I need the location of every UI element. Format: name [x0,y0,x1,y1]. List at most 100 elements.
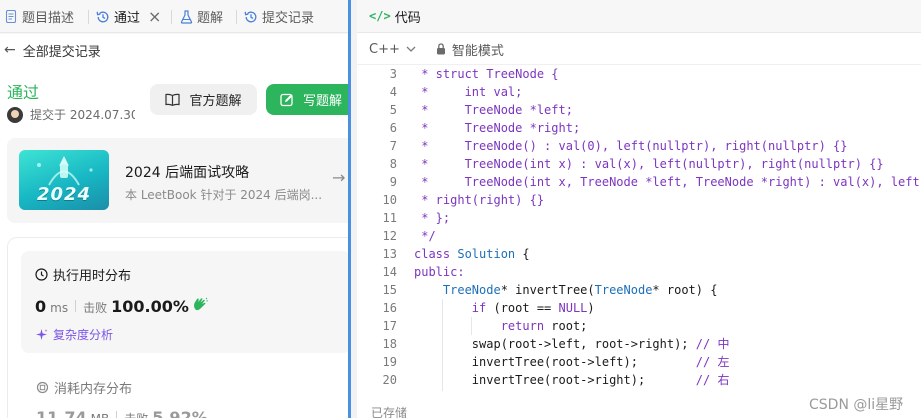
leetbook-promo-card[interactable]: 2024 2024 后端面试攻略 本 LeetBook 针对于 2024 后端岗… [7,138,348,223]
code-token: * right(right) {} [414,193,545,207]
line-number: 20 [382,373,397,387]
line-number: 18 [382,337,397,351]
code-token: class [414,247,458,261]
back-to-all-submissions[interactable]: ← 全部提交记录 [0,34,348,66]
tab-description[interactable]: 题目描述 [4,0,74,33]
promo-subtitle: 本 LeetBook 针对于 2024 后端岗... [125,188,323,202]
code-line[interactable]: 20 invertTree(root->right); // 右 [357,371,921,389]
memory-title[interactable]: 消耗内存分布 [36,378,132,397]
memory-values: 11.74 MB 击败 5.92% [36,408,208,418]
tab-description-label: 题目描述 [22,11,75,26]
code-text: public: [414,263,465,281]
code-token: * TreeNode(int x, TreeNode *left, TreeNo… [414,175,921,189]
code-line[interactable]: 19 invertTree(root->left); // 左 [357,353,921,371]
submission-status: 通过 [7,83,40,102]
code-token: invertTree(root->right); [414,373,696,387]
code-panel-title: 代码 [394,10,421,26]
complexity-analysis-link[interactable]: 复杂度分析 [35,326,113,343]
code-line[interactable]: 15 TreeNode* invertTree(TreeNode* root) … [357,281,921,299]
runtime-beat-value: 100.00% [111,297,189,316]
close-icon[interactable]: × [148,8,161,24]
code-line[interactable]: 3 * struct TreeNode { [357,65,921,83]
complexity-analysis-label: 复杂度分析 [53,328,114,342]
runtime-beat-label: 击败 [83,301,108,315]
line-number: 17 [382,319,397,333]
memory-title-label: 消耗内存分布 [54,382,133,397]
runtime-title: 执行用时分布 [35,265,131,284]
code-token: */ [414,229,436,243]
code-line[interactable]: 6 * TreeNode *right; [357,119,921,137]
line-number: 8 [389,157,397,171]
avatar[interactable] [7,106,23,123]
submission-meta: 提交于 2024.07.30 2 [7,106,135,123]
code-token: * invertTree( [500,283,595,297]
write-solution-button[interactable]: 写题解 [266,84,348,115]
tab-accepted-label: 通过 [114,11,141,26]
code-token: * }; [414,211,451,225]
tab-accepted[interactable]: 通过 × [96,0,161,33]
code-text: * TreeNode(int x) : val(x), left(nullptr… [414,155,883,173]
code-icon: </> [369,9,391,23]
line-number: 19 [382,355,397,369]
code-editor[interactable]: 3 * struct TreeNode {4 * int val; 5 * Tre… [357,65,921,391]
line-number: 7 [389,139,397,153]
edit-icon [280,93,294,107]
code-token: // 右 [695,373,730,387]
line-number: 11 [382,211,397,225]
code-line[interactable]: 14 public: [357,263,921,281]
code-line[interactable]: 18 swap(root->left, root->right); // 中 [357,335,921,353]
line-number: 12 [382,229,397,243]
code-line[interactable]: 8 * TreeNode(int x) : val(x), left(nullp… [357,155,921,173]
line-number: 5 [389,103,397,117]
code-token: swap(root->left, root->right); [414,337,696,351]
runtime-title-label: 执行用时分布 [53,269,132,284]
code-line[interactable]: 5 * TreeNode *left; [357,101,921,119]
line-number: 4 [389,85,397,99]
code-line[interactable]: 13 class Solution { [357,245,921,263]
divider [75,300,77,312]
line-number: 9 [389,175,397,189]
runtime-value: 0 [35,297,47,316]
smart-mode-toggle[interactable]: 智能模式 [436,40,504,59]
code-text: * TreeNode() : val(0), left(nullptr), ri… [414,137,847,155]
code-text: * TreeNode *left; [414,101,573,119]
code-token: * struct TreeNode { [414,67,559,81]
tab-submissions[interactable]: 提交记录 [244,0,314,33]
code-line[interactable]: 4 * int val; [357,83,921,101]
sparkle-icon [35,328,48,341]
tab-solutions-label: 题解 [197,11,224,26]
code-token: * int val; [414,85,523,99]
code-text: class Solution { [414,245,530,263]
promo-image-year: 2024 [36,184,92,205]
tab-divider [236,10,237,24]
code-line[interactable]: 10 * right(right) {} [357,191,921,209]
code-text: invertTree(root->right); // 右 [414,371,730,389]
line-number: 14 [382,265,397,279]
code-line[interactable]: 16 if (root == NULL) [357,299,921,317]
memory-beat-value: 5.92% [152,408,208,418]
official-solution-button[interactable]: 官方题解 [150,84,257,115]
code-token: ) [587,301,595,315]
tab-solutions[interactable]: 题解 [179,0,223,33]
back-label: 全部提交记录 [22,44,101,60]
code-token: Solution [457,247,516,261]
official-solution-label: 官方题解 [189,94,242,109]
language-select[interactable]: C++ [369,42,416,57]
document-icon [4,10,18,24]
code-line[interactable]: 12 */ [357,227,921,245]
left-panel: 题目描述 通过 × 题解 提交记录 ← 全部提交记录 通过 提交于 2024.0… [0,0,348,418]
clock-icon [35,268,48,281]
code-line[interactable]: 7 * TreeNode() : val(0), left(nullptr), … [357,137,921,155]
runtime-distribution[interactable]: 执行用时分布 0 ms 击败 100.00% 复杂度分析 [21,251,348,353]
arrow-right-icon[interactable]: → [332,168,345,187]
code-text: * struct TreeNode { [414,65,559,83]
code-line[interactable]: 9 * TreeNode(int x, TreeNode *left, Tree… [357,173,921,191]
clap-icon [192,297,208,312]
code-line[interactable]: 11 * }; [357,209,921,227]
memory-value: 11.74 [36,408,87,418]
code-text: TreeNode* invertTree(TreeNode* root) { [414,281,718,299]
line-number: 13 [382,247,397,261]
code-token: { [515,247,530,261]
code-line[interactable]: 17 return root; [357,317,921,335]
